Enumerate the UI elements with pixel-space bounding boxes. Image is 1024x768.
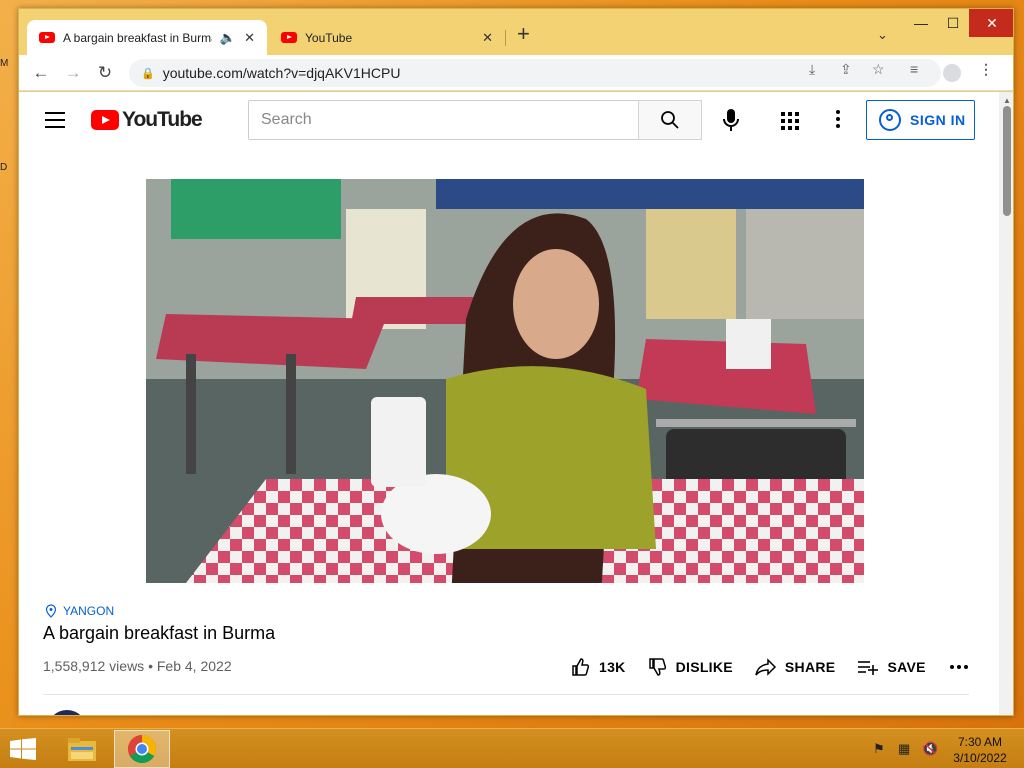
share-arrow-icon [755, 658, 776, 676]
windows-start-icon[interactable] [10, 738, 36, 760]
dislike-label: DISLIKE [675, 659, 733, 675]
chrome-taskbar-icon[interactable] [114, 730, 170, 768]
file-explorer-icon[interactable] [54, 730, 110, 768]
guide-menu-icon[interactable] [45, 112, 65, 133]
video-player[interactable] [146, 179, 864, 583]
share-page-icon[interactable]: ⇪ [840, 61, 852, 78]
profile-avatar-icon[interactable] [943, 64, 961, 82]
youtube-play-icon [91, 110, 119, 130]
system-clock[interactable]: 7:30 AM 3/10/2022 [948, 734, 1012, 766]
location-link[interactable]: YANGON [45, 604, 114, 618]
new-tab-button[interactable]: + [517, 23, 530, 45]
video-meta: 1,558,912 views • Feb 4, 2022 [43, 658, 232, 674]
video-frame-image [146, 179, 864, 583]
install-app-icon[interactable]: ⤓ [809, 61, 815, 78]
scroll-up-arrow-icon[interactable]: ▲ [1003, 96, 1011, 105]
page-scrollbar[interactable]: ▲ [999, 92, 1013, 715]
tab-close-icon[interactable]: ✕ [244, 30, 255, 46]
search-button[interactable] [638, 100, 702, 140]
url-text: youtube.com/watch?v=djqAKV1HCPU [162, 65, 401, 81]
save-button[interactable]: SAVE [857, 657, 925, 677]
save-label: SAVE [887, 659, 926, 675]
tab-title: YouTube [305, 30, 353, 45]
dislike-button[interactable]: DISLIKE [648, 657, 733, 677]
speaker-icon[interactable]: 🔈 [220, 30, 236, 46]
channel-avatar[interactable] [47, 710, 87, 715]
taskbar: ⚑ ▦ 🔇 7:30 AM 3/10/2022 [0, 728, 1024, 768]
microphone-icon[interactable] [719, 107, 743, 133]
scroll-thumb[interactable] [1003, 106, 1011, 216]
action-center-flag-icon[interactable]: ⚑ [873, 741, 885, 757]
meta-separator: • [148, 658, 153, 674]
tab-youtube[interactable]: YouTube ✕ [269, 20, 505, 55]
clock-time: 7:30 AM [957, 735, 1003, 749]
like-count: 13K [599, 659, 626, 675]
bookmark-star-icon[interactable]: ☆ [872, 61, 885, 78]
desktop-icon-label-m: M [0, 58, 9, 69]
maximize-button[interactable]: ☐ [937, 9, 969, 37]
share-button[interactable]: SHARE [755, 657, 836, 677]
youtube-page: YouTube SIGN IN ▲ [19, 92, 1013, 715]
back-button[interactable]: ← [29, 61, 53, 85]
sign-in-button[interactable]: SIGN IN [866, 100, 975, 140]
browser-window: A bargain breakfast in Burma 🔈 ✕ YouTube… [18, 8, 1014, 716]
account-icon [879, 109, 901, 131]
youtube-wordmark: YouTube [122, 108, 203, 131]
settings-menu-icon[interactable] [836, 110, 840, 131]
youtube-header: YouTube SIGN IN [19, 92, 999, 148]
tab-active[interactable]: A bargain breakfast in Burma 🔈 ✕ [27, 20, 267, 55]
publish-date: Feb 4, 2022 [156, 658, 232, 674]
media-queue-icon[interactable]: ≡ [910, 61, 918, 77]
desktop-icon-label-d: D [0, 162, 8, 173]
volume-muted-icon[interactable]: 🔇 [922, 741, 938, 757]
view-count: 1,558,912 views [43, 658, 145, 674]
tab-close-icon[interactable]: ✕ [482, 30, 493, 46]
address-bar[interactable]: 🔒 youtube.com/watch?v=djqAKV1HCPU [129, 59, 941, 87]
clock-date: 3/10/2022 [953, 751, 1007, 765]
tab-search-chevron-icon[interactable]: ⌄ [877, 27, 888, 43]
video-title: A bargain breakfast in Burma [43, 623, 276, 643]
section-divider [43, 694, 969, 695]
tab-title: A bargain breakfast in Burma [63, 30, 212, 45]
chrome-menu-icon[interactable]: ⋮ [979, 61, 993, 78]
minimize-button[interactable]: — [905, 9, 937, 37]
youtube-favicon-icon [281, 32, 297, 43]
video-actions: 13K DISLIKE SHARE SAVE [571, 657, 968, 677]
forward-button[interactable]: → [61, 61, 85, 85]
youtube-favicon-icon [39, 32, 55, 43]
like-button[interactable]: 13K [571, 657, 626, 677]
thumbs-up-icon [572, 658, 590, 676]
thumbs-down-icon [648, 658, 666, 676]
location-label: YANGON [63, 604, 115, 618]
network-icon[interactable]: ▦ [898, 741, 910, 757]
search-icon [661, 111, 679, 129]
youtube-apps-icon[interactable] [781, 112, 799, 130]
share-label: SHARE [784, 659, 836, 675]
tab-separator [505, 30, 506, 46]
close-window-button[interactable]: ✕ [969, 9, 1013, 37]
tab-strip: A bargain breakfast in Burma 🔈 ✕ YouTube… [19, 9, 1013, 55]
more-actions-icon[interactable] [949, 665, 968, 669]
browser-toolbar: ← → ↻ 🔒 youtube.com/watch?v=djqAKV1HCPU … [19, 55, 1013, 91]
search-input[interactable] [248, 100, 639, 140]
location-pin-icon [45, 604, 57, 618]
lock-icon[interactable]: 🔒 [141, 67, 155, 80]
sign-in-label: SIGN IN [910, 112, 966, 128]
reload-button[interactable]: ↻ [93, 61, 117, 85]
playlist-add-icon [858, 661, 879, 675]
youtube-logo[interactable]: YouTube [91, 108, 203, 132]
